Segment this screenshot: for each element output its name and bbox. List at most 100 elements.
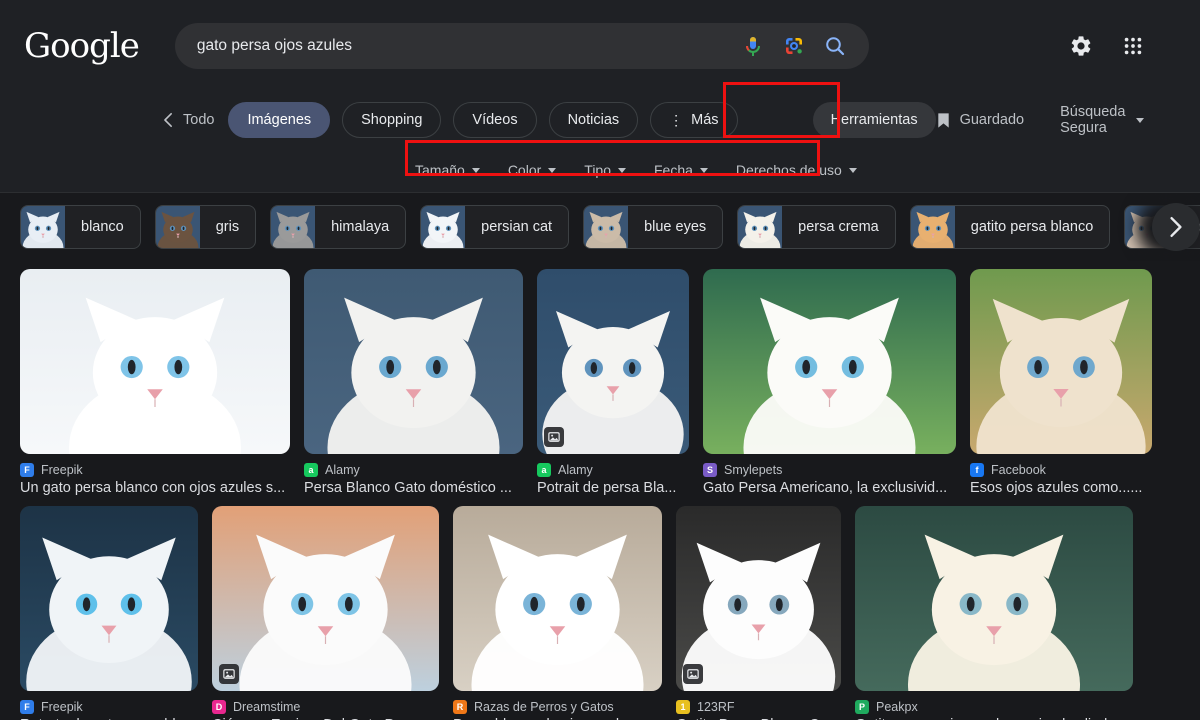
result-source: f Facebook: [970, 463, 1152, 477]
image-result-card[interactable]: R Razas de Perros y Gatos Persa blanco d…: [453, 506, 662, 720]
filter-tamano[interactable]: Tamaño: [415, 162, 480, 178]
result-thumbnail[interactable]: [453, 506, 662, 691]
result-source-name: Peakpx: [876, 700, 918, 714]
chip-label: persian cat: [481, 219, 553, 235]
source-favicon: F: [20, 700, 34, 714]
saved-label: Guardado: [959, 112, 1025, 128]
saved-button[interactable]: Guardado: [936, 112, 1025, 129]
filter-color-label: Color: [507, 162, 542, 178]
filter-tamano-label: Tamaño: [415, 162, 465, 178]
result-source: a Alamy: [537, 463, 689, 477]
result-title: Gato Persa Americano, la exclusivid...: [703, 480, 948, 496]
image-badge-icon: [219, 664, 239, 684]
tab-noticias[interactable]: Noticias: [548, 102, 639, 138]
tab-imagenes-label: Imágenes: [247, 112, 312, 128]
related-search-chip[interactable]: gris: [154, 205, 257, 249]
bookmark-icon: [937, 112, 949, 128]
result-meta: a Alamy Potrait de persa Bla...: [537, 454, 689, 496]
source-favicon: F: [20, 463, 34, 477]
result-thumbnail[interactable]: [703, 269, 956, 454]
safesearch-dropdown[interactable]: Búsqueda Segura: [1060, 104, 1144, 136]
gear-icon[interactable]: [1068, 33, 1094, 59]
result-source: S Smylepets: [703, 463, 956, 477]
filters-row: Tamaño Color Tipo Fecha Derechos de uso: [0, 148, 1200, 192]
related-search-chip[interactable]: persa crema: [737, 205, 896, 249]
chip-thumbnail: [910, 206, 955, 248]
image-result-card[interactable]: a Alamy Potrait de persa Bla...: [537, 269, 689, 496]
tab-noticias-label: Noticias: [567, 112, 620, 128]
related-search-chip[interactable]: blanco: [20, 205, 141, 249]
result-meta: f Facebook Esos ojos azules como......: [970, 454, 1152, 496]
image-result-card[interactable]: P Peakpx Gatito persa, ojos azules, anim…: [855, 506, 1133, 720]
result-thumbnail[interactable]: [212, 506, 439, 691]
chevron-right-icon: [1170, 216, 1182, 238]
source-favicon: 1: [676, 700, 690, 714]
tab-shopping[interactable]: Shopping: [342, 102, 442, 138]
related-search-chip[interactable]: persian cat: [420, 205, 570, 249]
search-input[interactable]: [196, 37, 741, 55]
related-search-chip[interactable]: himalaya: [270, 205, 407, 249]
search-action-icons: [741, 34, 855, 58]
result-thumbnail[interactable]: [20, 506, 198, 691]
image-results-row-1: F Freepik Un gato persa blanco con ojos …: [20, 269, 1184, 496]
chip-thumbnail: [738, 206, 783, 248]
result-source: D Dreamstime: [212, 700, 439, 714]
source-favicon: S: [703, 463, 717, 477]
related-search-chip[interactable]: gatito persa blanco: [909, 205, 1111, 249]
source-favicon: D: [212, 700, 226, 714]
image-result-card[interactable]: a Alamy Persa Blanco Gato doméstico ...: [304, 269, 523, 496]
filter-fecha[interactable]: Fecha: [654, 162, 708, 178]
microphone-icon[interactable]: [741, 34, 765, 58]
result-thumbnail[interactable]: [855, 506, 1133, 691]
search-bar[interactable]: [174, 23, 869, 69]
tab-videos-label: Vídeos: [472, 112, 518, 128]
image-result-card[interactable]: F Freepik Un gato persa blanco con ojos …: [20, 269, 290, 496]
image-result-card[interactable]: F Freepik Retrato de gato persa bla...: [20, 506, 198, 720]
tab-imagenes[interactable]: Imágenes: [228, 102, 331, 138]
image-badge-icon: [683, 664, 703, 684]
image-result-card[interactable]: D Dreamstime Ciérrese Encima Del Gato Pe…: [212, 506, 439, 720]
filter-color[interactable]: Color: [507, 162, 557, 178]
image-results-row-2: F Freepik Retrato de gato persa bla...: [20, 506, 1184, 720]
filter-fecha-label: Fecha: [654, 162, 693, 178]
result-meta: F Freepik Retrato de gato persa bla...: [20, 691, 198, 720]
chip-thumbnail: [584, 206, 629, 248]
filter-derechos-label: Derechos de uso: [735, 162, 842, 178]
result-title: Un gato persa blanco con ojos azules s..…: [20, 480, 286, 496]
tab-videos[interactable]: Vídeos: [453, 102, 537, 138]
apps-grid-icon[interactable]: [1120, 33, 1146, 59]
result-thumbnail[interactable]: [970, 269, 1152, 454]
google-logo[interactable]: Google: [24, 26, 140, 66]
google-lens-icon[interactable]: [782, 34, 806, 58]
filter-derechos-de-uso[interactable]: Derechos de uso: [736, 162, 857, 178]
related-search-chip[interactable]: blue eyes: [583, 205, 724, 249]
image-result-card[interactable]: S Smylepets Gato Persa Americano, la exc…: [703, 269, 956, 496]
tools-button-label: Herramientas: [830, 112, 918, 128]
result-thumbnail[interactable]: [537, 269, 689, 454]
result-meta: P Peakpx Gatito persa, ojos azules, anim…: [855, 691, 1133, 720]
result-thumbnail[interactable]: [304, 269, 523, 454]
tab-todo[interactable]: Todo: [163, 112, 214, 128]
result-source-name: Smylepets: [724, 463, 783, 477]
chip-label: himalaya: [331, 219, 390, 235]
result-source: R Razas de Perros y Gatos: [453, 700, 662, 714]
result-title: Potrait de persa Bla...: [537, 480, 677, 496]
tab-mas[interactable]: ⋮ Más: [650, 102, 738, 138]
tools-button[interactable]: Herramientas: [812, 102, 936, 138]
filter-tipo[interactable]: Tipo: [584, 162, 626, 178]
result-meta: a Alamy Persa Blanco Gato doméstico ...: [304, 454, 523, 496]
result-meta: 1 123RF Gatito Persa Blanco Con: [676, 691, 841, 720]
result-thumbnail[interactable]: [676, 506, 841, 691]
result-source-name: Freepik: [41, 463, 83, 477]
image-result-card[interactable]: 1 123RF Gatito Persa Blanco Con: [676, 506, 841, 720]
result-meta: S Smylepets Gato Persa Americano, la exc…: [703, 454, 956, 496]
result-source-name: Facebook: [991, 463, 1046, 477]
chips-scroll-right-button[interactable]: [1152, 203, 1200, 251]
source-favicon: R: [453, 700, 467, 714]
chip-label: gatito persa blanco: [970, 219, 1094, 235]
image-result-card[interactable]: f Facebook Esos ojos azules como......: [970, 269, 1152, 496]
chevron-left-icon: [164, 112, 172, 128]
result-thumbnail[interactable]: [20, 269, 290, 454]
filter-tipo-label: Tipo: [584, 162, 611, 178]
search-icon[interactable]: [823, 34, 847, 58]
